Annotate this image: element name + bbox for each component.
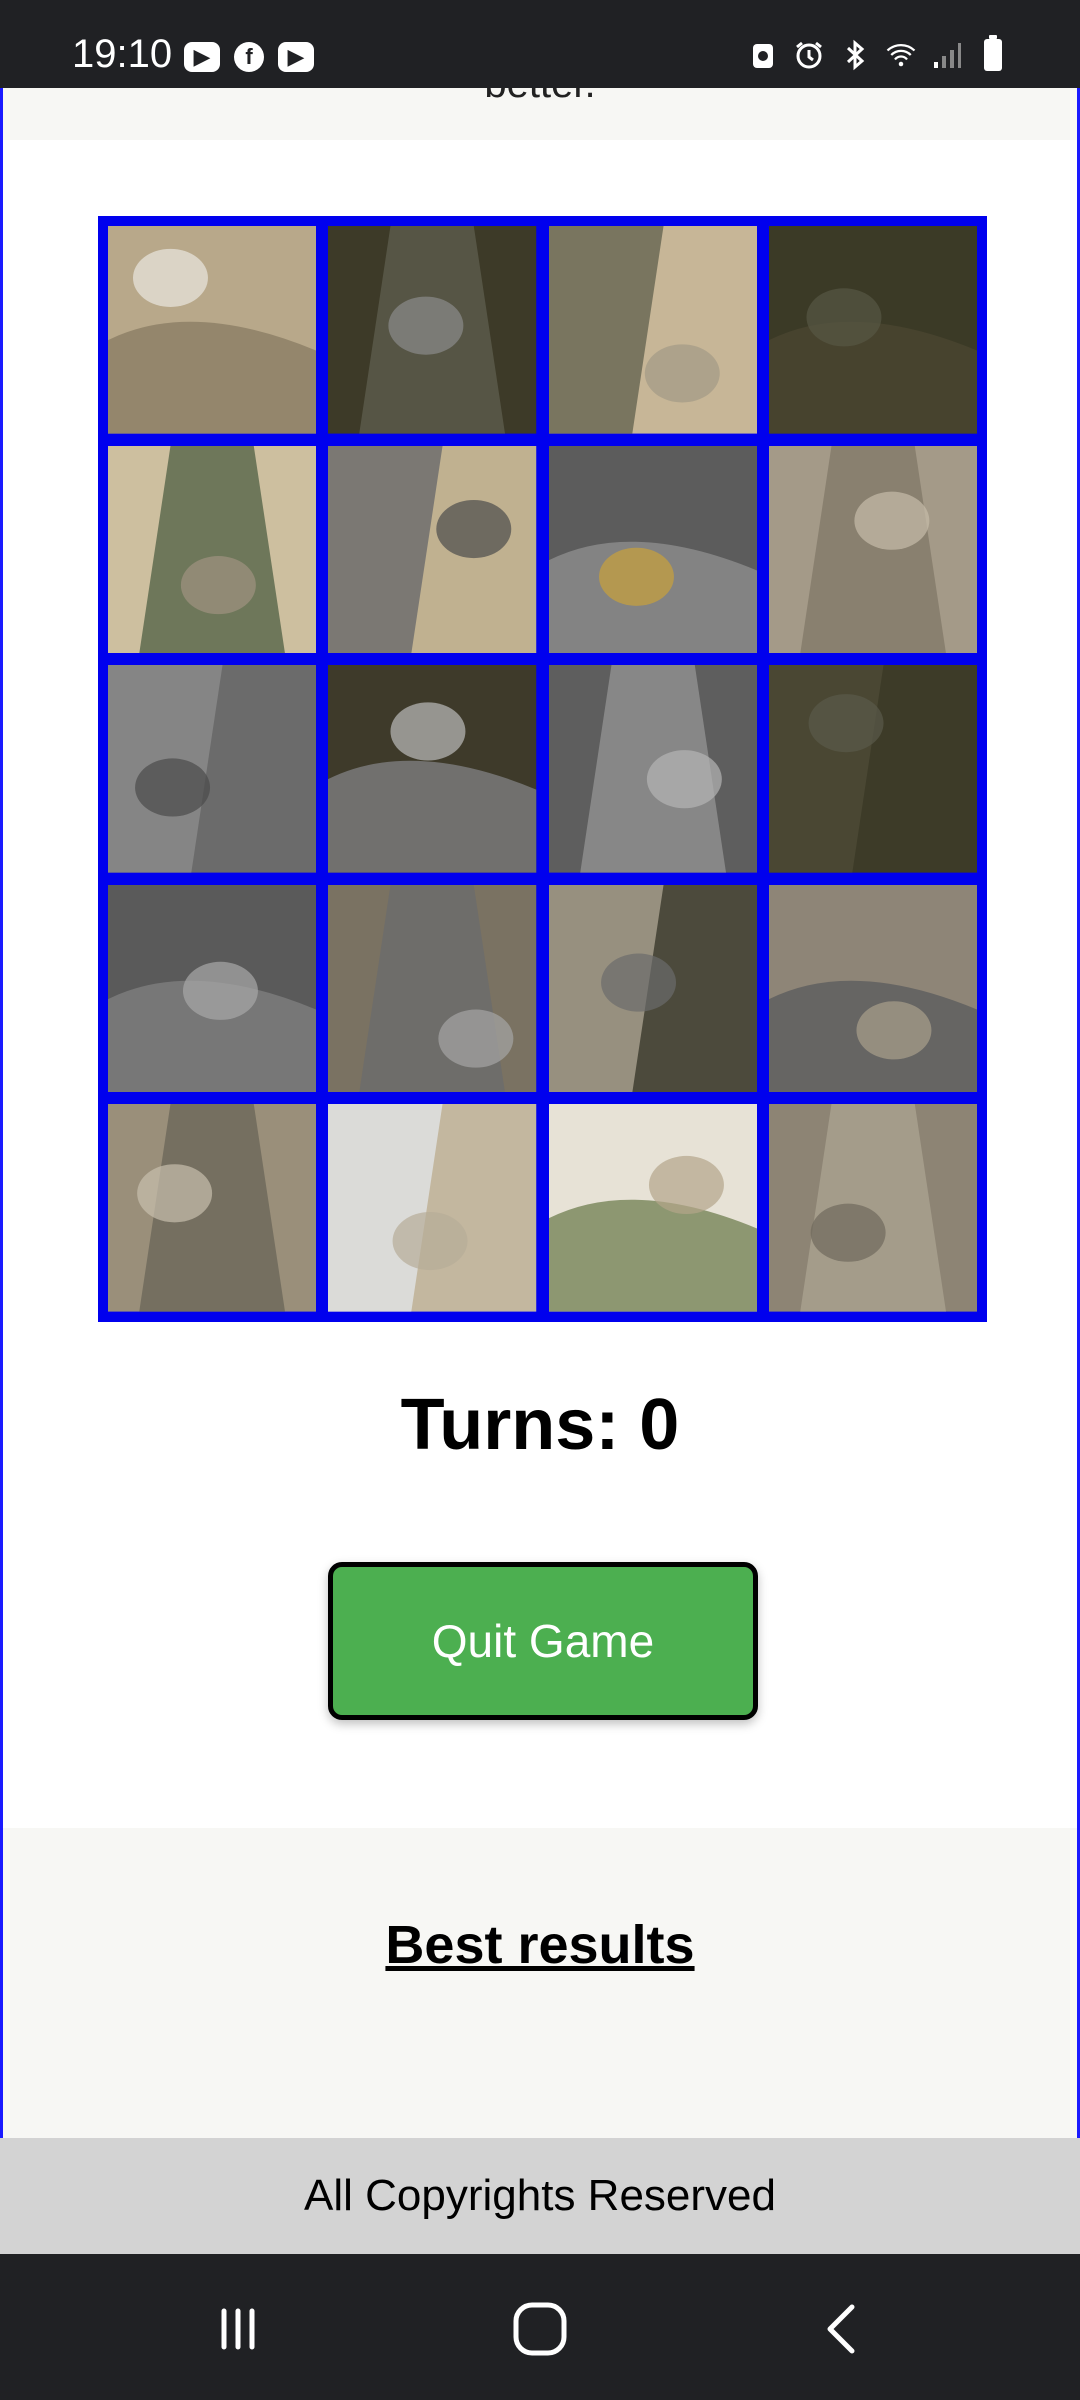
wifi-icon	[886, 38, 916, 72]
puzzle-tile[interactable]	[768, 665, 977, 873]
puzzle-tile[interactable]	[108, 445, 317, 654]
battery-icon	[978, 35, 1008, 72]
puzzle-tile[interactable]	[328, 445, 537, 654]
puzzle-tile[interactable]	[548, 884, 757, 1093]
turns-counter: Turns: 0	[400, 1385, 680, 1465]
puzzle-tile[interactable]	[768, 445, 977, 654]
signal-icon	[932, 38, 962, 72]
puzzle-tile[interactable]	[328, 226, 537, 434]
puzzle-tile[interactable]	[108, 665, 317, 873]
recent-apps-icon[interactable]	[198, 2294, 278, 2364]
puzzle-board	[98, 216, 987, 1322]
puzzle-tile[interactable]	[768, 884, 977, 1093]
charging-icon	[748, 38, 778, 72]
instructions-text: better.	[3, 88, 1077, 107]
facebook-icon: f	[234, 42, 264, 72]
page-content: better. Turns: 0 Quit Game Best results	[0, 88, 1080, 2138]
puzzle-tile[interactable]	[548, 226, 757, 434]
youtube-icon: ▶	[184, 42, 220, 72]
status-time: 19:10	[72, 32, 173, 76]
puzzle-tile[interactable]	[768, 1104, 977, 1312]
alarm-icon	[794, 38, 824, 72]
notification-icons: ▶ f ▶	[184, 42, 314, 72]
puzzle-tile[interactable]	[108, 226, 317, 434]
puzzle-tile[interactable]	[548, 1104, 757, 1312]
system-icons	[748, 35, 1008, 72]
status-bar: 19:10 ▶ f ▶	[0, 0, 1080, 88]
puzzle-tile[interactable]	[548, 445, 757, 654]
instructions-band: better.	[3, 88, 1077, 140]
navigation-bar	[0, 2254, 1080, 2400]
puzzle-tile[interactable]	[328, 1104, 537, 1312]
bluetooth-icon	[840, 38, 870, 72]
puzzle-tile[interactable]	[108, 884, 317, 1093]
puzzle-tile[interactable]	[328, 665, 537, 873]
youtube-icon: ▶	[278, 42, 314, 72]
back-icon[interactable]	[802, 2294, 882, 2364]
best-results-title: Best results	[385, 1915, 695, 1975]
puzzle-tile[interactable]	[108, 1104, 317, 1312]
home-icon[interactable]	[500, 2294, 580, 2364]
quit-game-button[interactable]: Quit Game	[328, 1562, 758, 1720]
best-results-section	[3, 1828, 1077, 2138]
puzzle-tile[interactable]	[548, 665, 757, 873]
puzzle-tile[interactable]	[328, 884, 537, 1093]
puzzle-tile[interactable]	[768, 226, 977, 434]
footer: All Copyrights Reserved	[0, 2138, 1080, 2254]
